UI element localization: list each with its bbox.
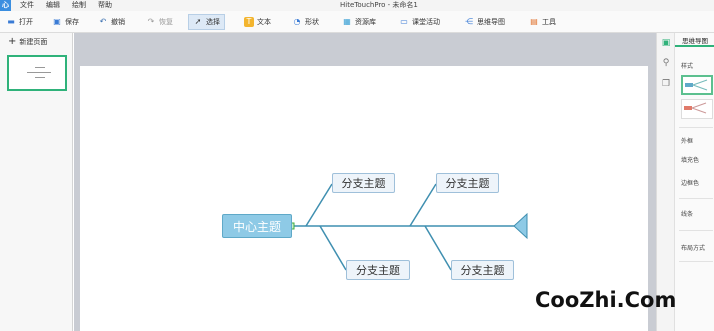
menu-file[interactable]: 文件 xyxy=(20,1,34,10)
tools-label: 工具 xyxy=(542,18,556,26)
new-page-label: 新建页面 xyxy=(19,38,48,46)
border-label: 外框 xyxy=(681,138,694,145)
branch-topic-node[interactable]: 分支主题 xyxy=(451,260,514,280)
layers-icon[interactable]: ❐ xyxy=(660,78,672,90)
pin-icon[interactable]: ⚲ xyxy=(660,57,672,69)
mindmap-panel-icon[interactable]: ▣ xyxy=(660,37,672,49)
redo-label: 恢复 xyxy=(159,18,173,26)
save-label: 保存 xyxy=(65,18,79,26)
thumb-mindmap-line xyxy=(27,72,51,73)
classroom-icon: ▭ xyxy=(400,17,408,26)
text-label: 文本 xyxy=(257,18,271,26)
menu-help[interactable]: 帮助 xyxy=(98,1,112,10)
watermark: CooZhi.Com xyxy=(535,288,677,312)
thumb-mindmap-line xyxy=(35,77,45,78)
redo-icon: ↷ xyxy=(147,17,155,26)
central-topic-node[interactable]: 中心主题 xyxy=(222,214,292,238)
text-icon: T xyxy=(244,17,254,27)
folder-icon: ▬ xyxy=(7,17,15,26)
divider xyxy=(679,198,713,199)
page-panel: + 新建页面 xyxy=(0,33,73,331)
fill-color-label: 填充色 xyxy=(681,157,700,164)
thumb-mindmap-line xyxy=(35,67,45,68)
branch-topic-node[interactable]: 分支主题 xyxy=(346,260,410,280)
line-label: 线条 xyxy=(681,211,694,218)
menu-bar: 文件 编辑 绘制 帮助 xyxy=(20,1,124,10)
style-preview-icon xyxy=(685,79,708,91)
title-bar: 心 文件 编辑 绘制 帮助 HiteTouchPro - 未命名1 xyxy=(0,0,714,11)
plus-icon: + xyxy=(8,36,17,47)
tab-mindmap[interactable]: 思维导图 xyxy=(675,35,714,47)
undo-icon: ↶ xyxy=(99,17,107,26)
menu-edit[interactable]: 编辑 xyxy=(46,1,60,10)
undo-label: 撤销 xyxy=(111,18,125,26)
resources-button[interactable]: ▦ 资源库 xyxy=(338,14,380,30)
select-label: 选择 xyxy=(206,18,220,26)
toolbox-icon: ▤ xyxy=(530,17,538,26)
open-button[interactable]: ▬ 打开 xyxy=(2,14,37,30)
divider xyxy=(679,127,713,128)
style-label: 样式 xyxy=(681,63,694,70)
border-color-label: 边框色 xyxy=(681,180,700,187)
mindmap-style-option[interactable] xyxy=(681,75,713,95)
resources-label: 资源库 xyxy=(355,18,376,26)
select-button[interactable]: ➚ 选择 xyxy=(188,14,225,30)
classroom-activity-button[interactable]: ▭ 课堂活动 xyxy=(395,14,444,30)
text-button[interactable]: T 文本 xyxy=(240,14,275,30)
menu-draw[interactable]: 绘制 xyxy=(72,1,86,10)
style-preview-icon xyxy=(684,102,707,114)
mindmap-icon: ⋲ xyxy=(465,17,473,26)
mindmap-button[interactable]: ⋲ 思维导图 xyxy=(460,14,509,30)
layout-label: 布局方式 xyxy=(681,245,706,252)
resources-icon: ▦ xyxy=(343,17,351,26)
open-label: 打开 xyxy=(19,18,33,26)
cursor-icon: ➚ xyxy=(194,17,202,26)
new-page-button[interactable]: + 新建页面 xyxy=(8,37,47,47)
branch-topic-node[interactable]: 分支主题 xyxy=(436,173,499,193)
window-title: HiteTouchPro - 未命名1 xyxy=(340,1,418,9)
shape-label: 形状 xyxy=(305,18,319,26)
properties-panel: 思维导图 样式 外框 填充色 边框色 线条 布局方式 xyxy=(674,33,714,331)
app-logo-icon[interactable]: 心 xyxy=(0,0,11,11)
classroom-label: 课堂活动 xyxy=(412,18,440,26)
shape-icon: ◔ xyxy=(293,17,301,26)
mindmap-label: 思维导图 xyxy=(477,18,505,26)
page-thumbnail[interactable] xyxy=(7,55,67,91)
divider xyxy=(679,230,713,231)
side-icon-strip: ▣ ⚲ ❐ xyxy=(656,33,674,331)
branch-topic-node[interactable]: 分支主题 xyxy=(332,173,395,193)
mindmap-style-option[interactable] xyxy=(681,99,713,119)
shape-button[interactable]: ◔ 形状 xyxy=(288,14,323,30)
save-icon: ▣ xyxy=(53,17,61,26)
toolbar: ▬ 打开 ▣ 保存 ↶ 撤销 ↷ 恢复 ➚ 选择 T 文本 ◔ 形状 ▦ 资源库… xyxy=(0,11,714,33)
divider xyxy=(679,261,713,262)
tools-button[interactable]: ▤ 工具 xyxy=(525,14,560,30)
redo-button[interactable]: ↷ 恢复 xyxy=(142,14,177,30)
undo-button[interactable]: ↶ 撤销 xyxy=(94,14,129,30)
save-button[interactable]: ▣ 保存 xyxy=(48,14,83,30)
